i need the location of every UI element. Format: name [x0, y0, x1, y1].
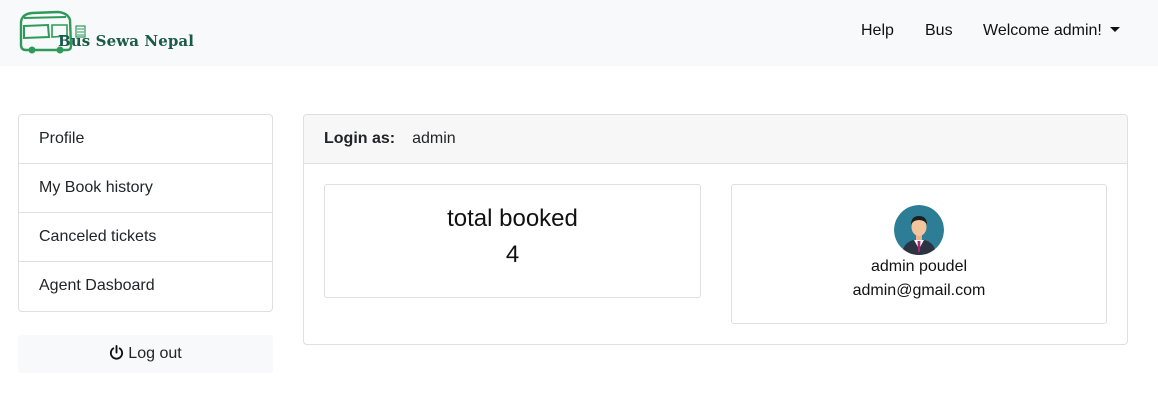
logout-label: Log out — [128, 345, 182, 362]
sidebar-item-agent-dashboard[interactable]: Agent Dasboard — [19, 262, 272, 311]
sidebar-menu: Profile My Book history Canceled tickets… — [18, 114, 273, 312]
brand-logo[interactable]: Bus Sewa Nepal — [18, 10, 194, 54]
total-booked-count: 4 — [505, 241, 520, 268]
top-navbar: Bus Sewa Nepal Help Bus Welcome admin! — [0, 0, 1158, 66]
user-menu-dropdown[interactable]: Welcome admin! — [983, 22, 1120, 40]
profile-name: admin poudel — [870, 258, 968, 275]
logout-button[interactable]: Log out — [18, 335, 273, 373]
login-as-label: Login as: — [324, 130, 396, 147]
power-icon — [110, 345, 124, 360]
sidebar-item-canceled-tickets[interactable]: Canceled tickets — [19, 213, 272, 262]
sidebar-item-profile[interactable]: Profile — [19, 115, 272, 164]
total-booked-panel: total booked 4 — [324, 184, 701, 298]
user-menu-label: Welcome admin! — [983, 22, 1102, 39]
sidebar-item-book-history[interactable]: My Book history — [19, 164, 272, 213]
login-as-value: admin — [412, 130, 456, 147]
dashboard-card: Login as: admin total booked 4 admin poud… — [303, 114, 1128, 345]
card-header: Login as: admin — [304, 115, 1127, 164]
brand-name: Bus Sewa Nepal — [58, 32, 195, 50]
total-booked-title: total booked — [447, 205, 578, 232]
profile-panel: admin poudel admin@gmail.com — [731, 184, 1107, 324]
avatar-icon — [894, 205, 944, 255]
nav-bus-link[interactable]: Bus — [925, 22, 953, 40]
nav-help-link[interactable]: Help — [861, 22, 894, 40]
caret-down-icon — [1109, 27, 1120, 32]
profile-email: admin@gmail.com — [852, 282, 986, 299]
